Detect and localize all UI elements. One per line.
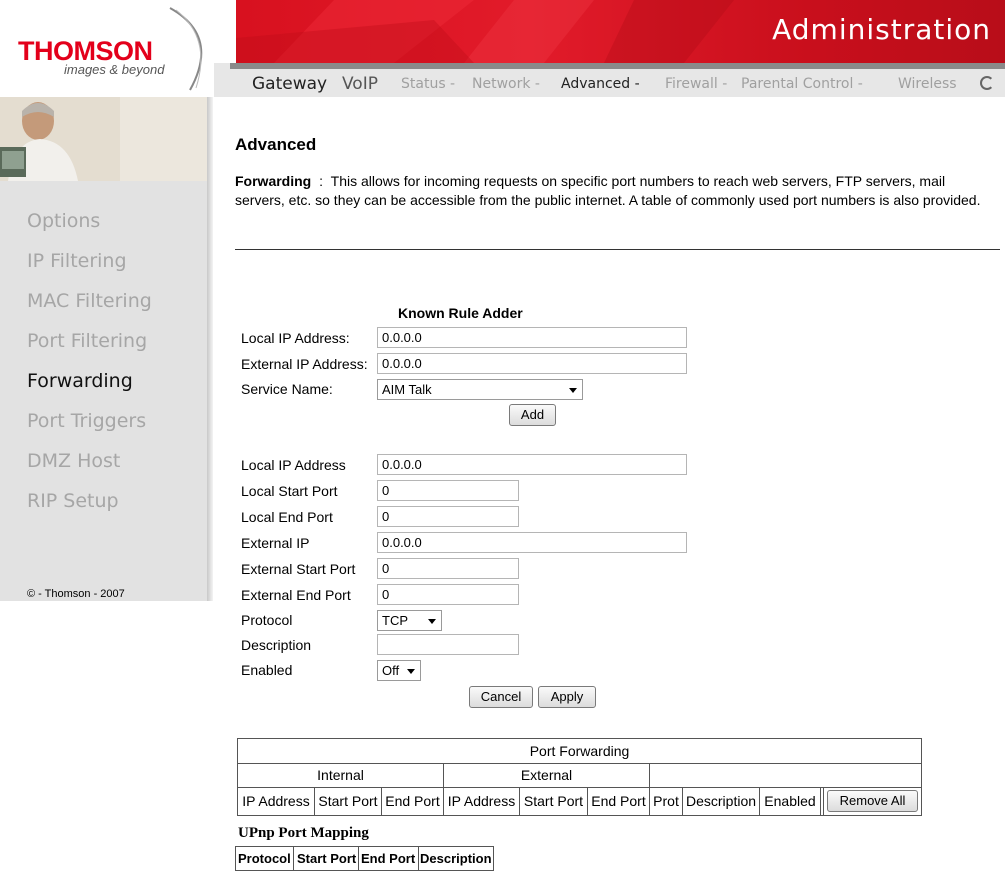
enabled-label: Enabled <box>241 662 293 678</box>
external-ip-label: External IP <box>241 535 310 551</box>
column-header: End Port <box>385 793 440 809</box>
page-title: Advanced <box>235 135 317 154</box>
header-photo <box>0 97 207 181</box>
nav-parental-control[interactable]: Parental Control - <box>741 76 863 92</box>
nav-divider <box>230 63 1005 69</box>
upnp-title: UPnp Port Mapping <box>238 825 369 841</box>
description-text: This allows for incoming requests on spe… <box>235 173 981 208</box>
nav-gateway[interactable]: Gateway <box>252 74 327 94</box>
external-header: External <box>520 767 573 783</box>
column-header: IP Address <box>447 793 516 809</box>
nav-wireless[interactable]: Wireless <box>898 76 957 92</box>
header-banner: Administration <box>214 0 1005 63</box>
nav-status[interactable]: Status - <box>401 76 455 92</box>
remove-all-button[interactable]: Remove All <box>827 790 918 812</box>
kra-local-ip-label: Local IP Address: <box>241 330 350 346</box>
upnp-table: Protocol Start Port End Port Description <box>235 846 494 871</box>
dropdown-arrow-icon <box>569 388 577 393</box>
header-title: Administration <box>772 13 991 46</box>
local-end-port-field[interactable]: 0 <box>377 506 519 527</box>
table-divider <box>238 763 921 764</box>
header: Administration THOMSON images & beyond G… <box>0 0 1005 97</box>
logo-swoosh-icon <box>169 7 203 91</box>
column-header: Prot <box>653 793 679 809</box>
protocol-label: Protocol <box>241 612 293 628</box>
column-header: Start Port <box>523 793 584 809</box>
external-ip-field[interactable]: 0.0.0.0 <box>377 532 687 553</box>
internal-header: Internal <box>317 767 364 783</box>
copyright-text: © - Thomson - 2007 <box>27 588 125 600</box>
description-label: Description <box>241 637 312 653</box>
kra-external-ip-field[interactable]: 0.0.0.0 <box>377 353 687 374</box>
column-header: IP Address <box>242 793 310 809</box>
column-header: Start Port <box>297 851 357 866</box>
dropdown-arrow-icon <box>407 669 415 674</box>
table-divider <box>293 847 294 870</box>
sidebar-item-mac-filtering[interactable]: MAC Filtering <box>27 290 152 312</box>
column-header: Start Port <box>318 793 378 809</box>
service-name-select[interactable]: AIM Talk <box>377 379 583 400</box>
table-divider <box>358 847 359 870</box>
column-header: End Port <box>591 793 646 809</box>
enabled-select[interactable]: Off <box>377 660 421 681</box>
local-start-port-field[interactable]: 0 <box>377 480 519 501</box>
sidebar-item-ip-filtering[interactable]: IP Filtering <box>27 250 127 272</box>
column-header: Enabled <box>764 793 816 809</box>
table-divider <box>238 787 921 788</box>
sidebar-item-dmz-host[interactable]: DMZ Host <box>27 450 120 472</box>
sidebar-item-options[interactable]: Options <box>27 210 100 232</box>
port-forwarding-table: Port Forwarding Internal External IP Add… <box>237 738 922 816</box>
service-name-value: AIM Talk <box>382 382 432 397</box>
table-divider <box>820 787 821 815</box>
kra-service-name-label: Service Name: <box>241 381 333 397</box>
column-header: End Port <box>361 851 416 866</box>
local-end-port-label: Local End Port <box>241 509 333 525</box>
table-divider <box>823 787 824 815</box>
table-divider <box>418 847 419 870</box>
protocol-select[interactable]: TCP <box>377 610 442 631</box>
description-heading: Forwarding <box>235 173 312 189</box>
local-start-port-label: Local Start Port <box>241 483 338 499</box>
column-header: Description <box>685 793 757 809</box>
column-header: Protocol <box>238 851 291 866</box>
divider <box>235 249 1000 250</box>
external-start-port-label: External Start Port <box>241 561 356 577</box>
protocol-value: TCP <box>382 613 408 628</box>
loading-spinner-icon <box>980 76 994 90</box>
apply-button[interactable]: Apply <box>538 686 596 708</box>
page-description: Forwarding : This allows for incoming re… <box>235 172 995 210</box>
kra-external-ip-label: External IP Address: <box>241 356 368 372</box>
nav-firewall[interactable]: Firewall - <box>665 76 727 92</box>
description-separator: : <box>319 173 324 189</box>
external-start-port-field[interactable]: 0 <box>377 558 519 579</box>
known-rule-adder-title: Known Rule Adder <box>398 305 523 321</box>
page: Administration THOMSON images & beyond G… <box>0 0 1005 883</box>
sidebar-item-port-triggers[interactable]: Port Triggers <box>27 410 146 432</box>
man-with-laptop-image <box>0 97 207 181</box>
nav-advanced[interactable]: Advanced - <box>561 76 640 92</box>
sidebar-item-rip-setup[interactable]: RIP Setup <box>27 490 119 512</box>
sidebar-edge <box>207 97 213 601</box>
logo-area: THOMSON images & beyond <box>0 0 236 97</box>
nav-voip[interactable]: VoIP <box>342 74 378 94</box>
sidebar-item-port-filtering[interactable]: Port Filtering <box>27 330 147 352</box>
kra-local-ip-field[interactable]: 0.0.0.0 <box>377 327 687 348</box>
column-header: Description <box>420 851 492 866</box>
dropdown-arrow-icon <box>428 619 436 624</box>
external-end-port-field[interactable]: 0 <box>377 584 519 605</box>
cancel-button[interactable]: Cancel <box>469 686 533 708</box>
sidebar-item-forwarding[interactable]: Forwarding <box>27 370 133 392</box>
port-forwarding-title: Port Forwarding <box>529 743 630 759</box>
enabled-value: Off <box>382 663 400 678</box>
external-end-port-label: External End Port <box>241 587 351 603</box>
local-ip-field[interactable]: 0.0.0.0 <box>377 454 687 475</box>
nav-network[interactable]: Network - <box>472 76 540 92</box>
local-ip-label: Local IP Address <box>241 457 346 473</box>
add-button[interactable]: Add <box>509 404 556 426</box>
description-field[interactable] <box>377 634 519 655</box>
